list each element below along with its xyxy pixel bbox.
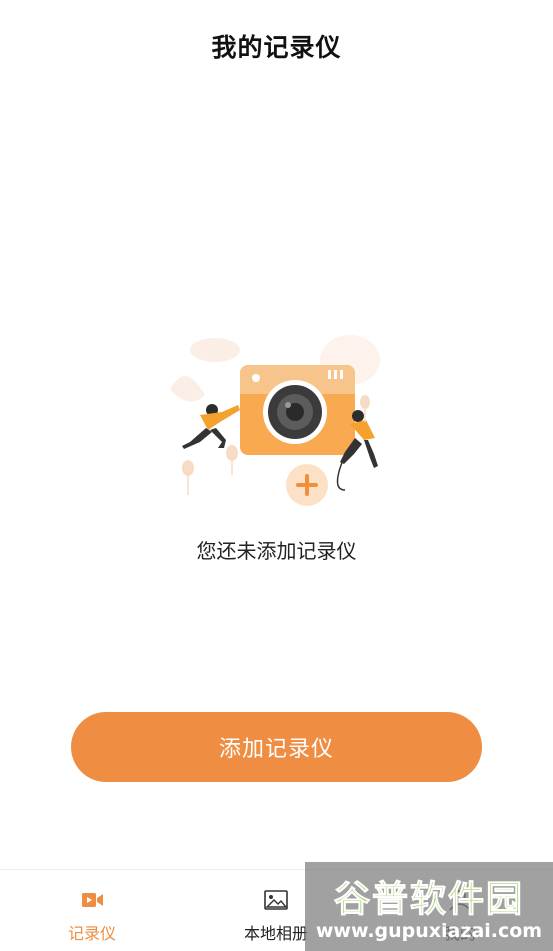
empty-state-message: 您还未添加记录仪 [196,539,357,563]
tab-recorder-label: 记录仪 [67,924,116,943]
watermark-logo: 谷普软件园 [333,879,524,921]
tab-recorder[interactable]: 记录仪 [0,870,184,951]
image-icon [264,890,288,910]
add-recorder-button[interactable]: 添加记录仪 [71,712,482,782]
watermark: 谷普软件园 www.gupuxiazai.com [305,862,553,951]
watermark-url: www.gupuxiazai.com [315,920,543,942]
tab-local-album-label: 本地相册 [243,924,308,943]
empty-camera-illustration [170,335,380,506]
page-title: 我的记录仪 [211,33,342,62]
header: 我的记录仪 [0,0,553,90]
video-camera-icon [82,893,103,907]
